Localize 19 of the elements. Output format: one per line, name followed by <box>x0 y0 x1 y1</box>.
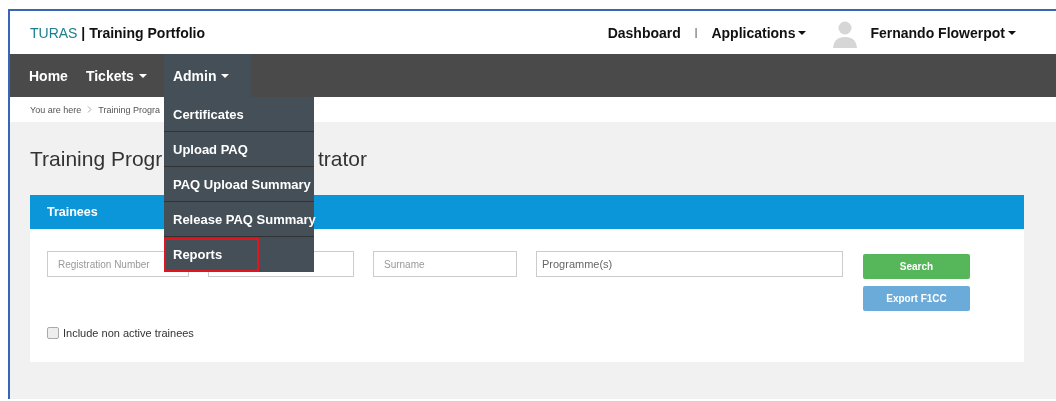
checkbox[interactable] <box>47 327 59 339</box>
chevron-icon <box>87 106 93 113</box>
page-title: Training Progr <box>30 147 164 171</box>
input-field[interactable]: Surname <box>373 251 517 277</box>
page-title: trator <box>318 147 367 171</box>
menu-item[interactable]: Upload PAQ <box>164 132 314 167</box>
app-logo[interactable]: TURAS | Training Portfolio <box>30 24 206 41</box>
nav-item[interactable]: Admin <box>163 54 252 97</box>
menu-item[interactable]: PAQ Upload Summary <box>164 167 314 202</box>
user-menu[interactable]: Fernando Flowerpot <box>870 24 1016 41</box>
nav-item[interactable]: Tickets <box>76 54 156 97</box>
link-separator: | <box>694 27 698 38</box>
nav-item[interactable]: Home <box>20 54 77 97</box>
header-link[interactable]: Applications <box>711 24 807 41</box>
breadcrumb-text: You are here <box>30 104 82 115</box>
checkbox-label: Include non active trainees <box>63 327 194 339</box>
select-field[interactable]: Programme(s) <box>536 251 843 277</box>
breadcrumb-link[interactable]: Training Progra <box>98 104 160 115</box>
header-link[interactable]: Dashboard <box>607 24 681 41</box>
